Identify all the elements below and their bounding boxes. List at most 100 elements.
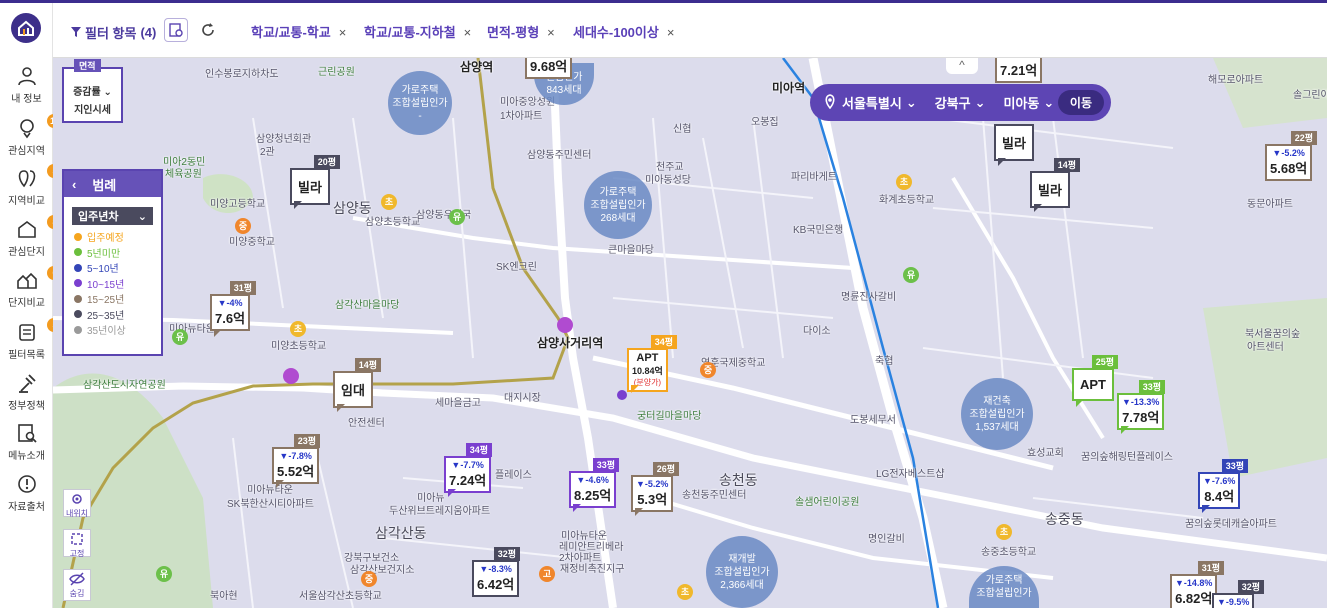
price-marker[interactable]: 14평 빌라 — [1030, 158, 1080, 218]
sidebar-item-policy[interactable]: 정부정책 — [0, 372, 53, 412]
legend-panel: ‹ 범례 입주년차 ⌄ 입주예정 5년미만 5~10년 10~15년 15~25… — [62, 169, 163, 356]
subway-station-icon[interactable] — [557, 317, 573, 333]
change-rate-label: 증감률 — [73, 87, 101, 98]
kindergarten-icon[interactable]: 유 — [449, 209, 465, 225]
sidebar-item-filter-list[interactable]: 5 필터목록 — [0, 318, 64, 361]
chip-close-icon[interactable]: × — [667, 25, 675, 40]
sidebar-item-interest-region[interactable]: 10 관심지역 — [0, 114, 64, 157]
chip-close-icon[interactable]: × — [339, 25, 347, 40]
chip-close-icon[interactable]: × — [464, 25, 472, 40]
place-label: 미양초등학교 — [271, 341, 327, 352]
elementary-school-icon[interactable]: 초 — [896, 174, 912, 190]
refresh-button[interactable] — [196, 18, 220, 42]
legend-item: 35년이상 — [64, 322, 161, 338]
sidebar-item-label: 관심지역 — [8, 146, 45, 157]
price-marker[interactable]: 23평 ▼-7.8% 5.52억 — [272, 434, 320, 496]
marker-tail — [998, 158, 1006, 166]
station-label: 미아역 — [772, 81, 806, 95]
marker-tail — [276, 480, 284, 488]
kindergarten-icon[interactable]: 유 — [156, 566, 172, 582]
filter-chip-subway[interactable]: 학교/교통-지하철 × — [364, 22, 471, 41]
elementary-school-icon[interactable]: 초 — [677, 584, 693, 600]
legend-item: 입주예정 — [64, 229, 161, 245]
sidebar-item-complex-compare[interactable]: 6 단지비교 — [0, 266, 64, 309]
kindergarten-icon[interactable]: 유 — [903, 267, 919, 283]
gavel-icon — [16, 372, 38, 394]
marker-pyeong: 32평 — [493, 547, 520, 561]
marker-change: ▼-9.5% — [1217, 597, 1250, 607]
price-marker[interactable]: 33평 ▼-4.6% 8.25억 — [569, 458, 619, 520]
middle-school-icon[interactable]: 중 — [700, 362, 716, 378]
legend-dot — [74, 279, 82, 288]
legend-item: 15~25년 — [64, 291, 161, 307]
subway-station-icon[interactable] — [283, 368, 299, 384]
place-label: 오봉집 — [751, 117, 779, 128]
middle-school-icon[interactable]: 중 — [235, 218, 251, 234]
redevelopment-circle[interactable]: 재개발 조합설립인가 2,366세대 — [706, 536, 778, 608]
person-icon — [16, 65, 38, 87]
dong-dropdown[interactable]: 미아동 ⌄ — [1004, 93, 1055, 112]
redevelopment-circle[interactable]: 가로주택 조합설립인가 - — [388, 71, 452, 135]
sidebar-item-label: 단지비교 — [8, 298, 45, 309]
change-rate-dropdown[interactable]: 증감률 ⌄ — [64, 83, 121, 98]
elementary-school-icon[interactable]: 초 — [996, 524, 1012, 540]
price-marker[interactable]: 31평 ▼-4% 7.6억 — [210, 281, 256, 343]
filter-chip-area[interactable]: 면적-평형 × — [487, 22, 555, 41]
saved-filter-button[interactable] — [164, 18, 188, 42]
legend-label: 입주예정 — [87, 233, 124, 245]
price-marker[interactable]: 34평 APT 10.84억 (분양가) — [627, 335, 677, 397]
elementary-school-icon[interactable]: 초 — [381, 194, 397, 210]
middle-school-icon[interactable]: 중 — [361, 571, 377, 587]
price-marker[interactable]: 32평 ▼-9.5% — [1212, 580, 1264, 608]
go-button[interactable]: 이동 — [1057, 90, 1104, 115]
price-marker[interactable]: 26평 ▼-5.2% 5.3억 — [631, 462, 679, 524]
price-marker[interactable]: 33평 ▼-7.6% 8.4억 — [1198, 459, 1248, 521]
sidebar-item-region-compare[interactable]: 5 지역비교 — [0, 164, 64, 207]
chevron-down-icon: ⌄ — [137, 210, 147, 223]
legend-header: ‹ 범례 — [64, 171, 161, 197]
city-dropdown[interactable]: 서울특별시 ⌄ — [842, 93, 917, 112]
app-logo[interactable] — [11, 13, 41, 43]
tool-label: 고정 — [69, 549, 85, 558]
price-marker[interactable]: 33평 ▼-13.3% 7.78억 — [1117, 380, 1165, 442]
collapse-toggle[interactable]: ^ — [946, 58, 978, 74]
chevron-down-icon: ⌄ — [905, 94, 917, 110]
fix-map-button[interactable]: 고정 — [63, 529, 91, 558]
price-marker[interactable]: 7.21억 — [995, 58, 1045, 83]
location-pin-icon: 10 — [16, 114, 64, 139]
price-marker[interactable]: 32평 ▼-8.3% 6.42억 — [472, 547, 520, 608]
map-canvas[interactable]: 인수봉로지하차도 근린공원 삼양역 미아중앙성원 1차아파트 삼양동주민센터 신… — [53, 58, 1327, 608]
marker-box: APT — [1072, 368, 1114, 401]
redevelopment-circle[interactable]: 가로주택 조합설립인가 268세대 — [584, 171, 652, 239]
my-location-button[interactable]: 내위치 — [63, 489, 91, 518]
price-marker[interactable]: 25평 APT — [1072, 355, 1118, 415]
place-label: 삼각산보건지소 — [350, 565, 415, 576]
place-label: 체육공원 — [165, 169, 202, 180]
kindergarten-icon[interactable]: 유 — [172, 329, 188, 345]
sidebar-item-sources[interactable]: 자료출처 — [0, 473, 53, 513]
hide-button[interactable]: 숨김 — [63, 569, 91, 601]
filter-chip-school[interactable]: 학교/교통-학교 × — [251, 22, 346, 41]
district-dropdown[interactable]: 강북구 ⌄ — [935, 93, 986, 112]
sidebar-item-menu-intro[interactable]: 메뉴소개 — [0, 422, 53, 462]
legend-dot — [74, 325, 82, 334]
price-marker[interactable]: 34평 ▼-7.7% 7.24억 — [444, 443, 492, 505]
chip-close-icon[interactable]: × — [547, 25, 555, 40]
area-toggle-box[interactable]: 면적 증감률 ⌄ 지인시세 — [62, 59, 123, 123]
price-marker[interactable]: 20평 빌라 — [290, 155, 340, 217]
price-marker[interactable]: 9.68억 — [525, 58, 575, 82]
chevron-left-icon[interactable]: ‹ — [72, 177, 76, 192]
sidebar-item-myinfo[interactable]: 내 정보 — [0, 65, 53, 105]
price-marker[interactable]: 22평 ▼-5.2% 5.68억 — [1265, 131, 1317, 191]
filter-title[interactable]: 필터 항목 (4) — [71, 23, 156, 42]
redevelopment-circle[interactable]: 재건축 조합설립인가 1,537세대 — [961, 378, 1033, 450]
filter-chip-households[interactable]: 세대수-100이상 × — [573, 22, 674, 41]
marker-box: ▼-7.8% 5.52억 — [272, 447, 320, 484]
price-marker[interactable]: 14평 임대 — [333, 358, 381, 418]
high-school-icon[interactable]: 고 — [539, 566, 555, 582]
sidebar-item-interest-complex[interactable]: 8 관심단지 — [0, 215, 64, 258]
elementary-school-icon[interactable]: 초 — [290, 321, 306, 337]
legend-selector[interactable]: 입주년차 ⌄ — [72, 207, 153, 225]
circle-stage: 조합설립인가 — [976, 588, 1032, 599]
circle-type: 가로주택 — [401, 84, 439, 96]
